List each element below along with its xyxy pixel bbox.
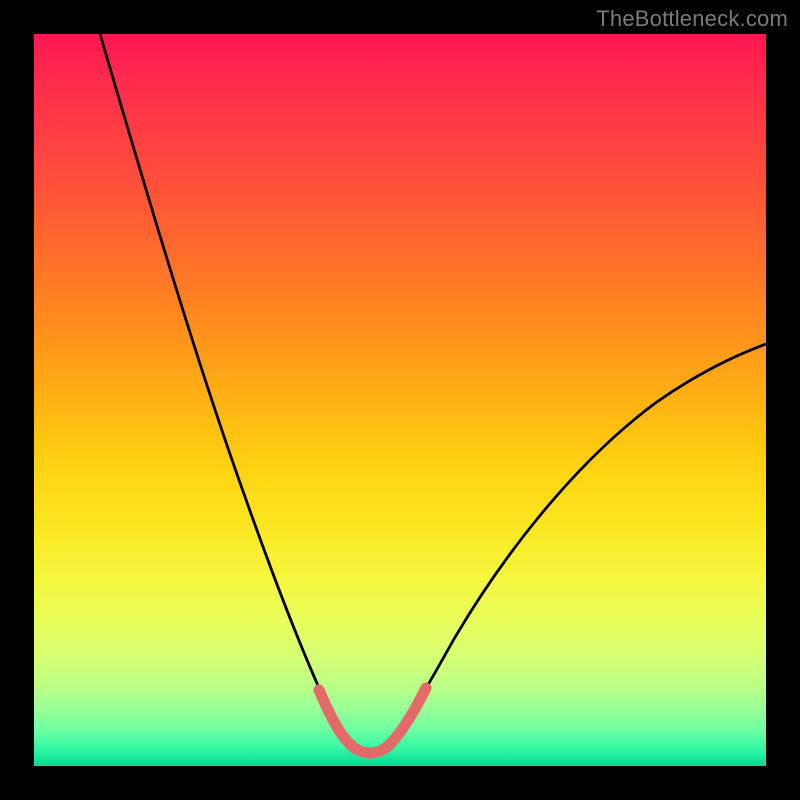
left-curve: [100, 34, 348, 741]
chart-frame: TheBottleneck.com: [0, 0, 800, 800]
right-curve: [392, 344, 766, 741]
valley-highlight: [319, 688, 426, 753]
plot-area: [34, 34, 766, 766]
curve-layer: [34, 34, 766, 766]
watermark-text: TheBottleneck.com: [596, 6, 788, 32]
